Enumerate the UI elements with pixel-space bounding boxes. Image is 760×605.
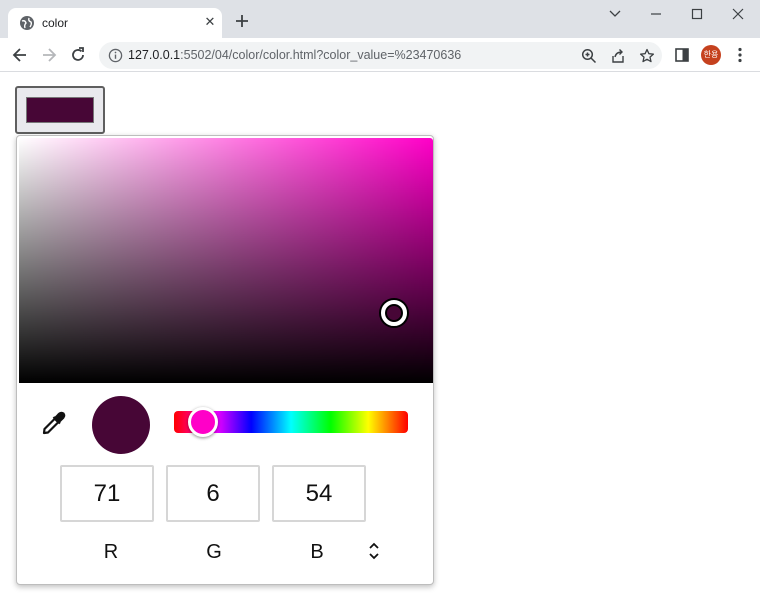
tab-search-icon[interactable] [601,4,629,24]
close-tab-icon[interactable]: ✕ [202,14,218,30]
globe-icon [20,16,34,30]
color-input[interactable] [15,86,105,134]
saturation-value-area[interactable] [19,138,433,383]
green-value-field[interactable]: 6 [166,465,260,522]
blue-label: B [310,541,324,563]
red-value-field[interactable]: 71 [60,465,154,522]
blue-value-field[interactable]: 54 [272,465,366,522]
share-icon[interactable] [610,48,626,64]
back-icon[interactable] [10,45,30,65]
color-preview [92,396,150,454]
red-label: R [103,541,119,563]
saturation-cursor[interactable] [381,300,407,326]
reload-icon[interactable] [68,45,88,65]
close-window-icon[interactable] [724,4,752,24]
address-bar[interactable]: 127.0.0.1:5502/04/color/color.html?color… [99,42,662,69]
eyedropper-icon[interactable] [39,408,69,438]
mode-toggle-icon[interactable] [366,540,382,562]
minimize-icon[interactable] [642,4,670,24]
url-text[interactable]: 127.0.0.1:5502/04/color/color.html?color… [128,48,461,62]
hue-slider-thumb[interactable] [188,407,218,437]
menu-kebab-icon[interactable] [731,46,749,64]
bookmark-star-icon[interactable] [639,48,655,64]
new-tab-icon[interactable] [233,12,251,30]
tab-title: color [42,16,69,30]
side-panel-icon[interactable] [673,46,691,64]
color-picker-popup: 71 6 54 R G B [16,135,434,585]
forward-icon[interactable] [39,45,59,65]
browser-toolbar: 127.0.0.1:5502/04/color/color.html?color… [0,38,760,72]
tab-strip: color ✕ [0,0,760,38]
url-host: 127.0.0.1 [128,48,181,62]
green-label: G [206,541,222,563]
profile-avatar[interactable]: 한용 [701,45,721,65]
url-path: :5502/04/color/color.html?color_value=%2… [180,48,462,62]
site-info-icon[interactable] [108,48,123,63]
zoom-icon[interactable] [581,48,597,64]
color-input-swatch [26,97,94,123]
maximize-icon[interactable] [683,4,711,24]
browser-tab[interactable]: color ✕ [8,8,222,38]
